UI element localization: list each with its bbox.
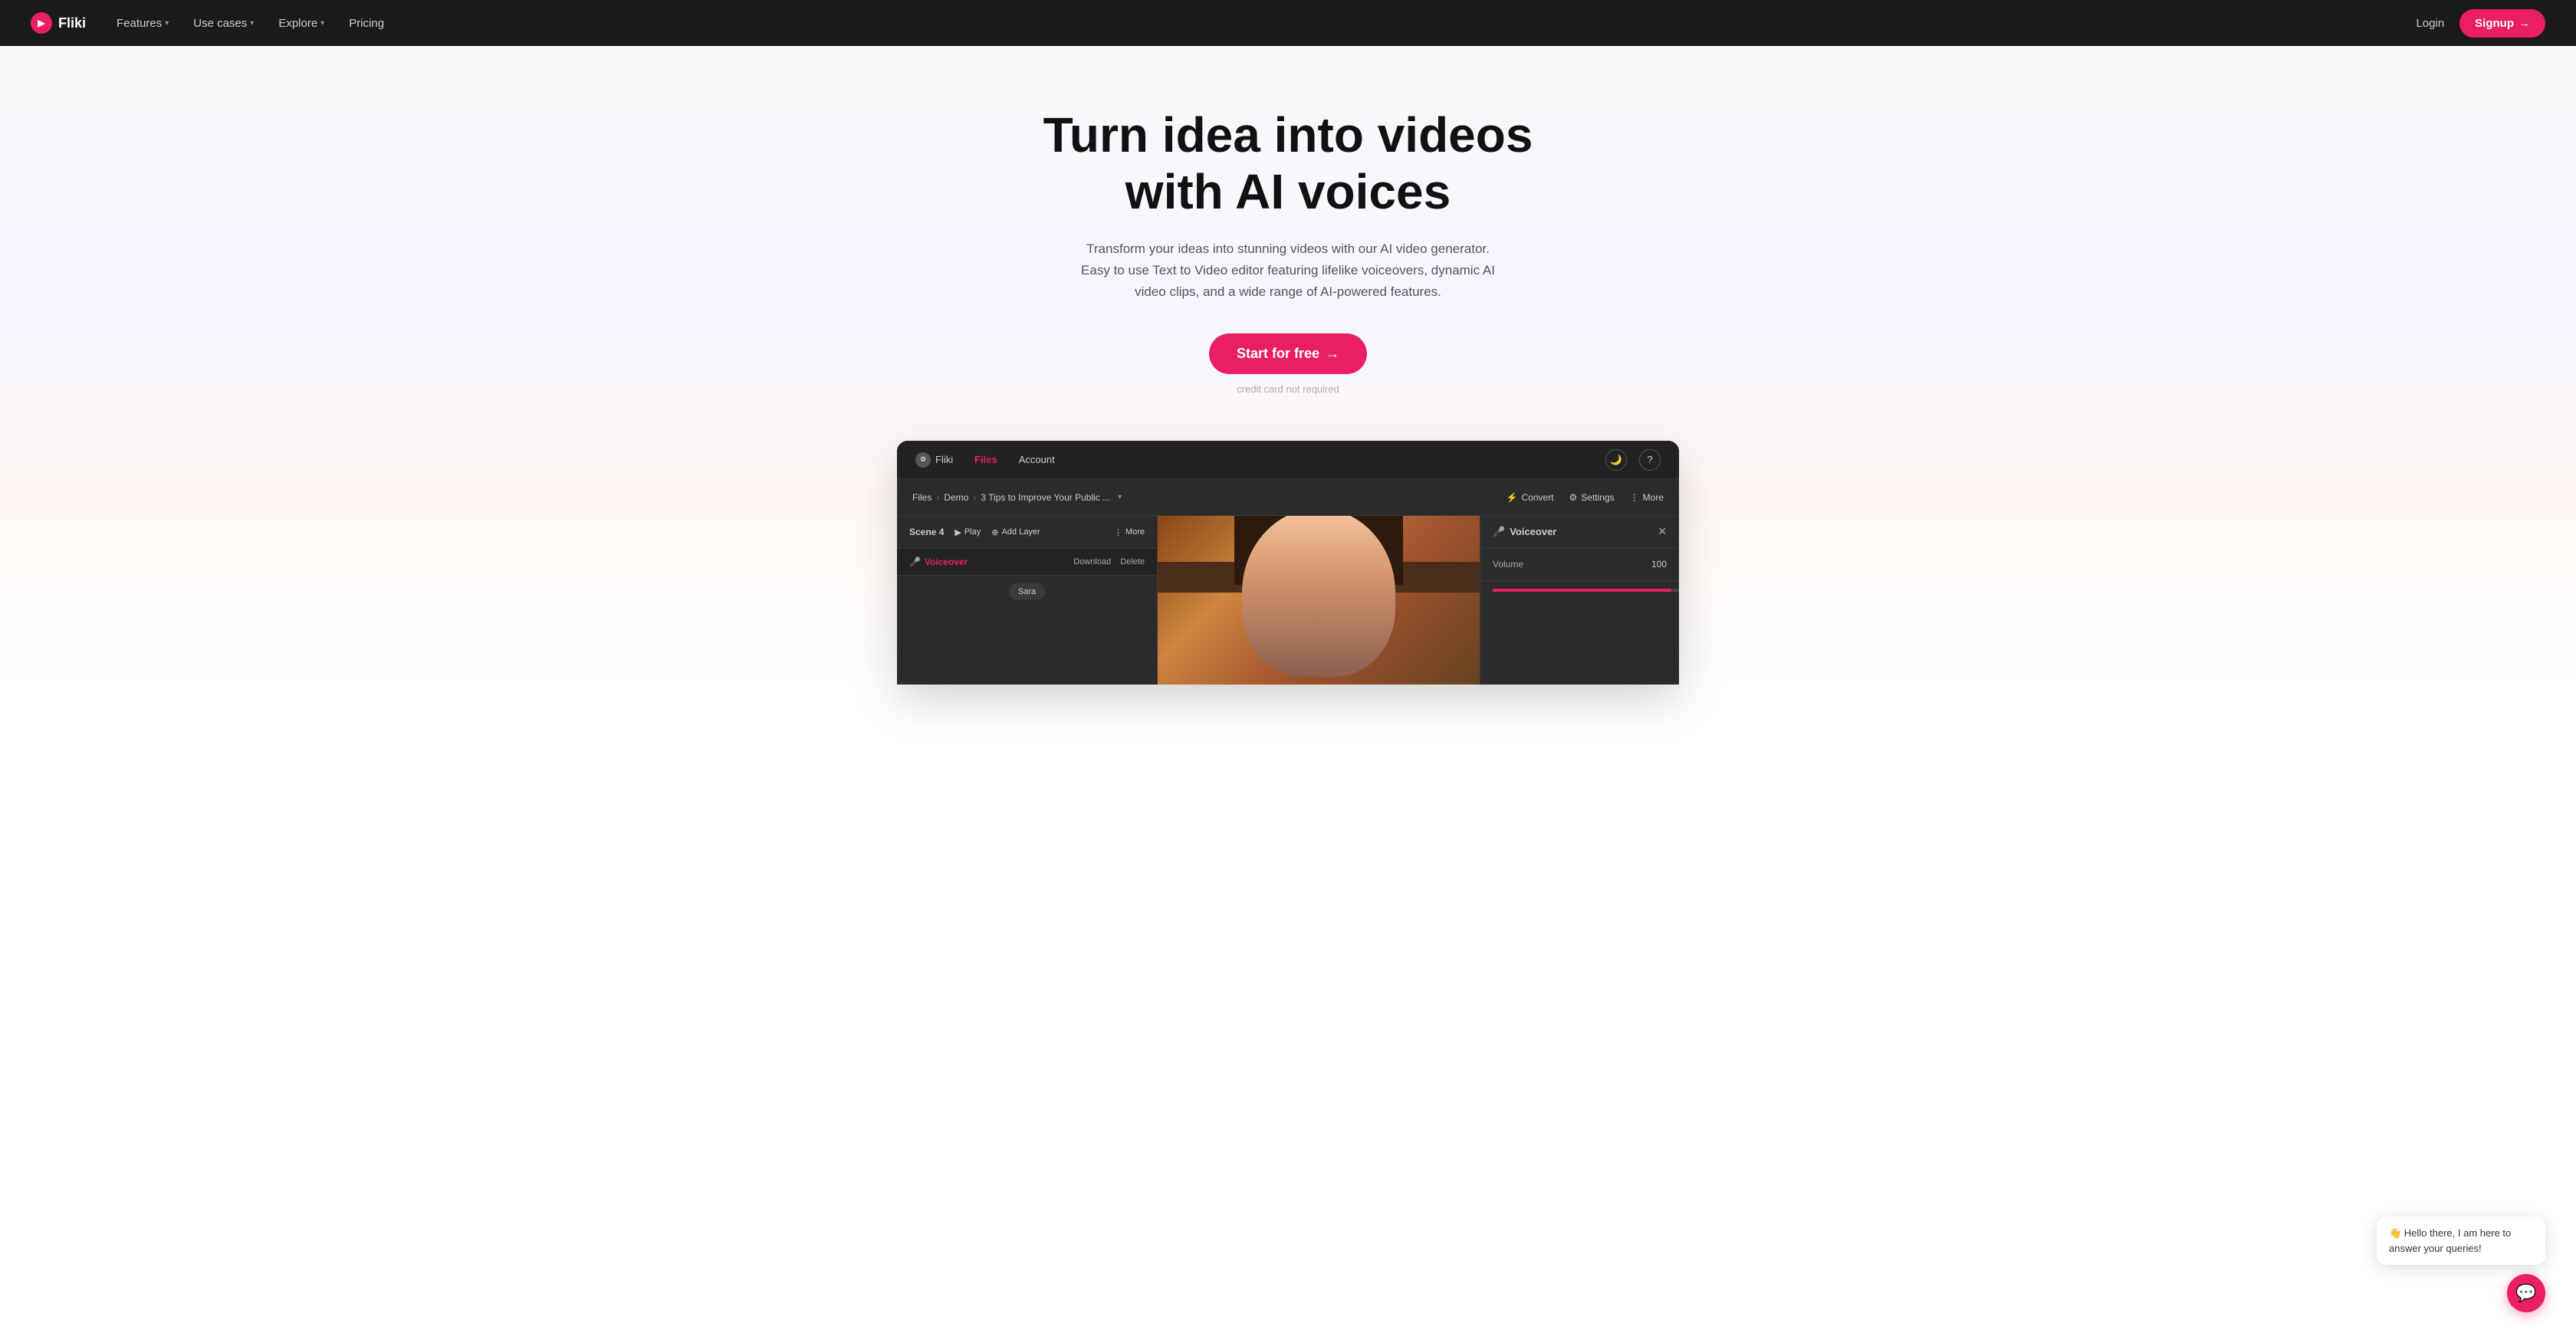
chevron-down-icon[interactable]: ▾	[1118, 493, 1122, 501]
breadcrumb-sep: ›	[973, 492, 976, 503]
vo-panel-close-button[interactable]: ✕	[1658, 525, 1667, 538]
app-logo-icon: ⚙	[915, 452, 931, 468]
more-button[interactable]: ⋮ More	[1630, 492, 1664, 503]
settings-icon: ⚙	[1569, 492, 1578, 503]
video-thumbnail	[1158, 516, 1480, 685]
hero-subtitle: Transform your ideas into stunning video…	[1073, 238, 1503, 303]
hero-title: Turn idea into videos with AI voices	[1020, 107, 1556, 220]
play-button[interactable]: ▶ Play	[955, 527, 981, 537]
scene-more-button[interactable]: ⋮ More	[1114, 527, 1145, 537]
convert-button[interactable]: ⚡ Convert	[1506, 492, 1554, 503]
app-nav-files[interactable]: Files	[974, 454, 997, 465]
breadcrumb-actions: ⚡ Convert ⚙ Settings ⋮ More	[1506, 492, 1664, 503]
mic-icon: 🎤	[909, 557, 921, 567]
app-topbar: ⚙ Fliki Files Account 🌙 ?	[897, 441, 1679, 479]
navbar: ▶ Fliki Features ▾ Use cases ▾ Explore ▾…	[0, 0, 2576, 46]
navbar-nav: Features ▾ Use cases ▾ Explore ▾ Pricing	[117, 17, 2416, 30]
breadcrumb-sep: ›	[936, 492, 939, 503]
breadcrumb-current[interactable]: 3 Tips to Improve Your Public ...	[981, 492, 1110, 503]
volume-label: Volume	[1493, 559, 1523, 570]
app-breadcrumb: Files › Demo › 3 Tips to Improve Your Pu…	[897, 479, 1679, 516]
vo-panel-title: 🎤 Voiceover	[1493, 526, 1556, 538]
start-free-button[interactable]: Start for free →	[1209, 333, 1367, 374]
dark-mode-button[interactable]: 🌙	[1605, 449, 1627, 471]
volume-slider-container	[1480, 581, 1679, 599]
chat-button[interactable]: 💬	[2507, 1274, 2545, 1312]
sara-badge[interactable]: Sara	[1009, 583, 1045, 600]
hero-note: credit card not required	[15, 383, 2561, 395]
navbar-actions: Login Signup →	[2416, 9, 2545, 38]
nav-features[interactable]: Features ▾	[117, 17, 169, 30]
chevron-down-icon: ▾	[320, 19, 324, 28]
app-topbar-right: 🌙 ?	[1605, 449, 1661, 471]
app-mockup-container: ⚙ Fliki Files Account 🌙 ?	[882, 441, 1694, 685]
play-icon: ▶	[955, 527, 961, 537]
video-face	[1242, 516, 1395, 677]
download-button[interactable]: Download	[1073, 557, 1111, 566]
voiceover-label: 🎤 Voiceover	[909, 557, 968, 567]
chat-bubble: 👋 Hello there, I am here to answer your …	[2377, 1217, 2545, 1265]
delete-button[interactable]: Delete	[1120, 557, 1145, 566]
mic-icon: 🎤	[1493, 526, 1505, 538]
settings-button[interactable]: ⚙ Settings	[1569, 492, 1615, 503]
nav-pricing[interactable]: Pricing	[349, 17, 384, 30]
app-video-panel	[1158, 516, 1480, 685]
chat-widget: 👋 Hello there, I am here to answer your …	[2377, 1217, 2545, 1312]
hero-section: Turn idea into videos with AI voices Tra…	[0, 46, 2576, 685]
add-layer-icon: ⊕	[991, 527, 998, 537]
logo-icon: ▶	[31, 12, 52, 34]
chevron-down-icon: ▾	[250, 19, 254, 28]
app-mockup: ⚙ Fliki Files Account 🌙 ?	[897, 441, 1679, 685]
nav-explore[interactable]: Explore ▾	[278, 17, 324, 30]
breadcrumb-path: Files › Demo › 3 Tips to Improve Your Pu…	[912, 492, 1122, 503]
signup-button[interactable]: Signup →	[2459, 9, 2545, 38]
volume-value: 100	[1651, 559, 1667, 570]
help-button[interactable]: ?	[1639, 449, 1661, 471]
volume-slider[interactable]	[1493, 589, 1679, 592]
app-left-panel: Scene 4 ▶ Play ⊕ Add Layer ⋮ More	[897, 516, 1158, 685]
breadcrumb-demo[interactable]: Demo	[944, 492, 968, 503]
more-icon: ⋮	[1114, 527, 1122, 537]
voiceover-row: 🎤 Voiceover Download Delete	[897, 549, 1157, 576]
add-layer-button[interactable]: ⊕ Add Layer	[991, 527, 1040, 537]
app-nav-account[interactable]: Account	[1019, 454, 1055, 465]
scene-label: Scene 4	[909, 527, 944, 537]
login-button[interactable]: Login	[2416, 17, 2444, 30]
app-right-panel: 🎤 Voiceover ✕ Volume 100	[1480, 516, 1679, 685]
breadcrumb-files[interactable]: Files	[912, 492, 932, 503]
voiceover-actions: Download Delete	[1073, 557, 1145, 566]
scene-header: Scene 4 ▶ Play ⊕ Add Layer ⋮ More	[897, 516, 1157, 549]
volume-slider-fill	[1493, 589, 1671, 592]
nav-logo[interactable]: ▶ Fliki	[31, 12, 86, 34]
vo-panel-header: 🎤 Voiceover ✕	[1480, 516, 1679, 548]
chevron-down-icon: ▾	[165, 19, 169, 28]
more-icon: ⋮	[1630, 492, 1639, 503]
volume-row: Volume 100	[1480, 548, 1679, 581]
app-logo[interactable]: ⚙ Fliki	[915, 452, 953, 468]
app-main: Scene 4 ▶ Play ⊕ Add Layer ⋮ More	[897, 516, 1679, 685]
nav-use-cases[interactable]: Use cases ▾	[193, 17, 254, 30]
convert-icon: ⚡	[1506, 492, 1518, 503]
